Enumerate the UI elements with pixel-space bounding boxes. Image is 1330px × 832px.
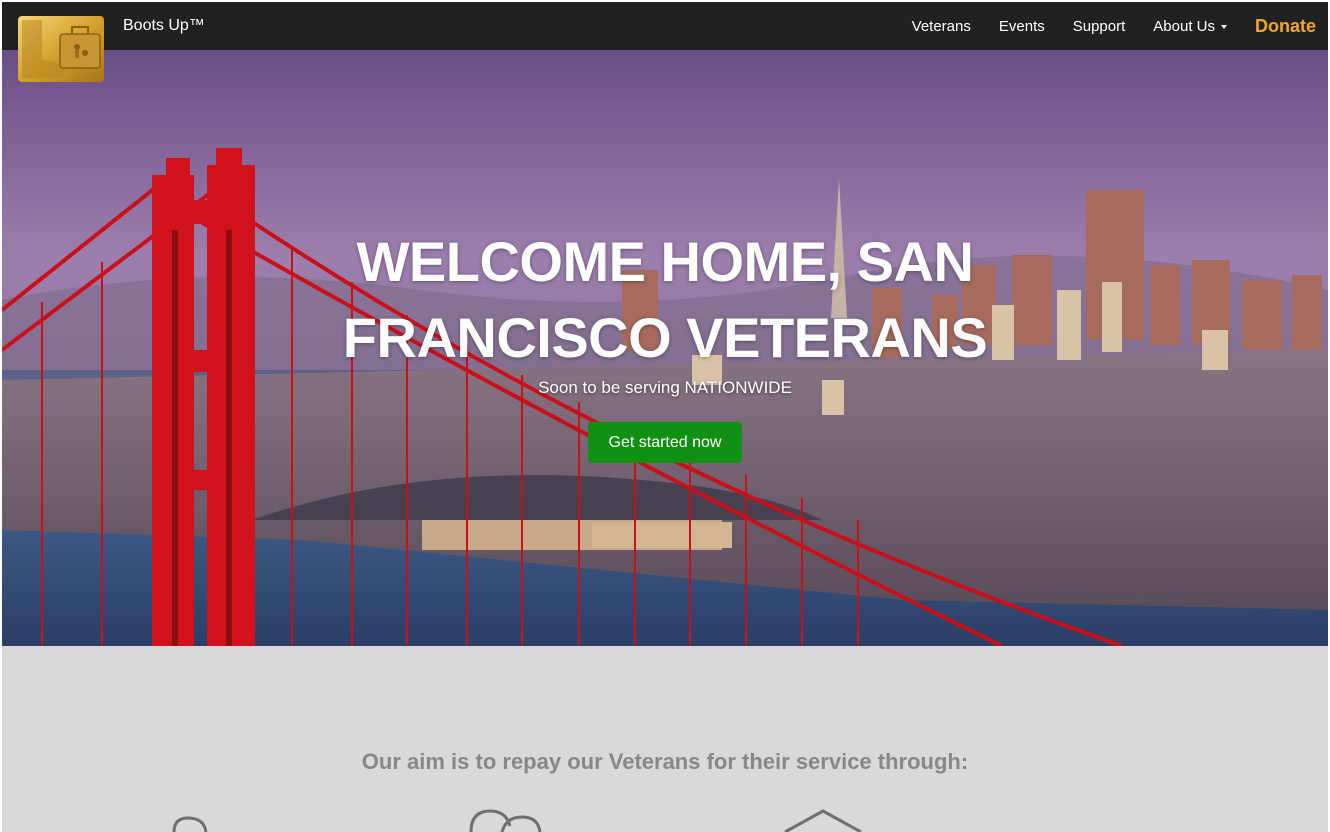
aim-heading: Our aim is to repay our Veterans for the… (361, 749, 969, 774)
nav-link-events[interactable]: Events (999, 18, 1045, 35)
person-head-icon (172, 816, 208, 832)
hero-title-line-1: WELCOME HOME, SAN (356, 230, 974, 293)
hero-subtitle: Soon to be serving NATIONWIDE (538, 378, 792, 397)
hero-title-line-2: FRANCISCO VETERANS (342, 306, 988, 369)
boots-up-logo[interactable] (16, 14, 106, 84)
get-started-button[interactable]: Get started now (588, 422, 742, 463)
nav-links: Veterans Events Support About Us Donate (884, 2, 1316, 50)
about-us-label: About Us (1153, 17, 1215, 35)
house-icon (784, 809, 862, 832)
nav-link-support[interactable]: Support (1073, 18, 1126, 35)
aim-section: Our aim is to repay our Veterans for the… (2, 646, 1328, 832)
speech-bubbles-icon (469, 809, 542, 832)
caret-down-icon (1220, 25, 1227, 29)
nav-link-about-us[interactable]: About Us (1153, 18, 1227, 35)
hero-title: WELCOME HOME, SAN FRANCISCO VETERANS (2, 224, 1328, 376)
boot-briefcase-logo-icon (18, 16, 104, 82)
brand-name[interactable]: Boots Up™ (123, 2, 205, 50)
hero-section: WELCOME HOME, SAN FRANCISCO VETERANS Soo… (2, 50, 1328, 646)
nav-link-veterans[interactable]: Veterans (912, 18, 971, 35)
top-navbar: Boots Up™ Veterans Events Support About … (2, 2, 1328, 50)
donate-link[interactable]: Donate (1255, 16, 1316, 37)
